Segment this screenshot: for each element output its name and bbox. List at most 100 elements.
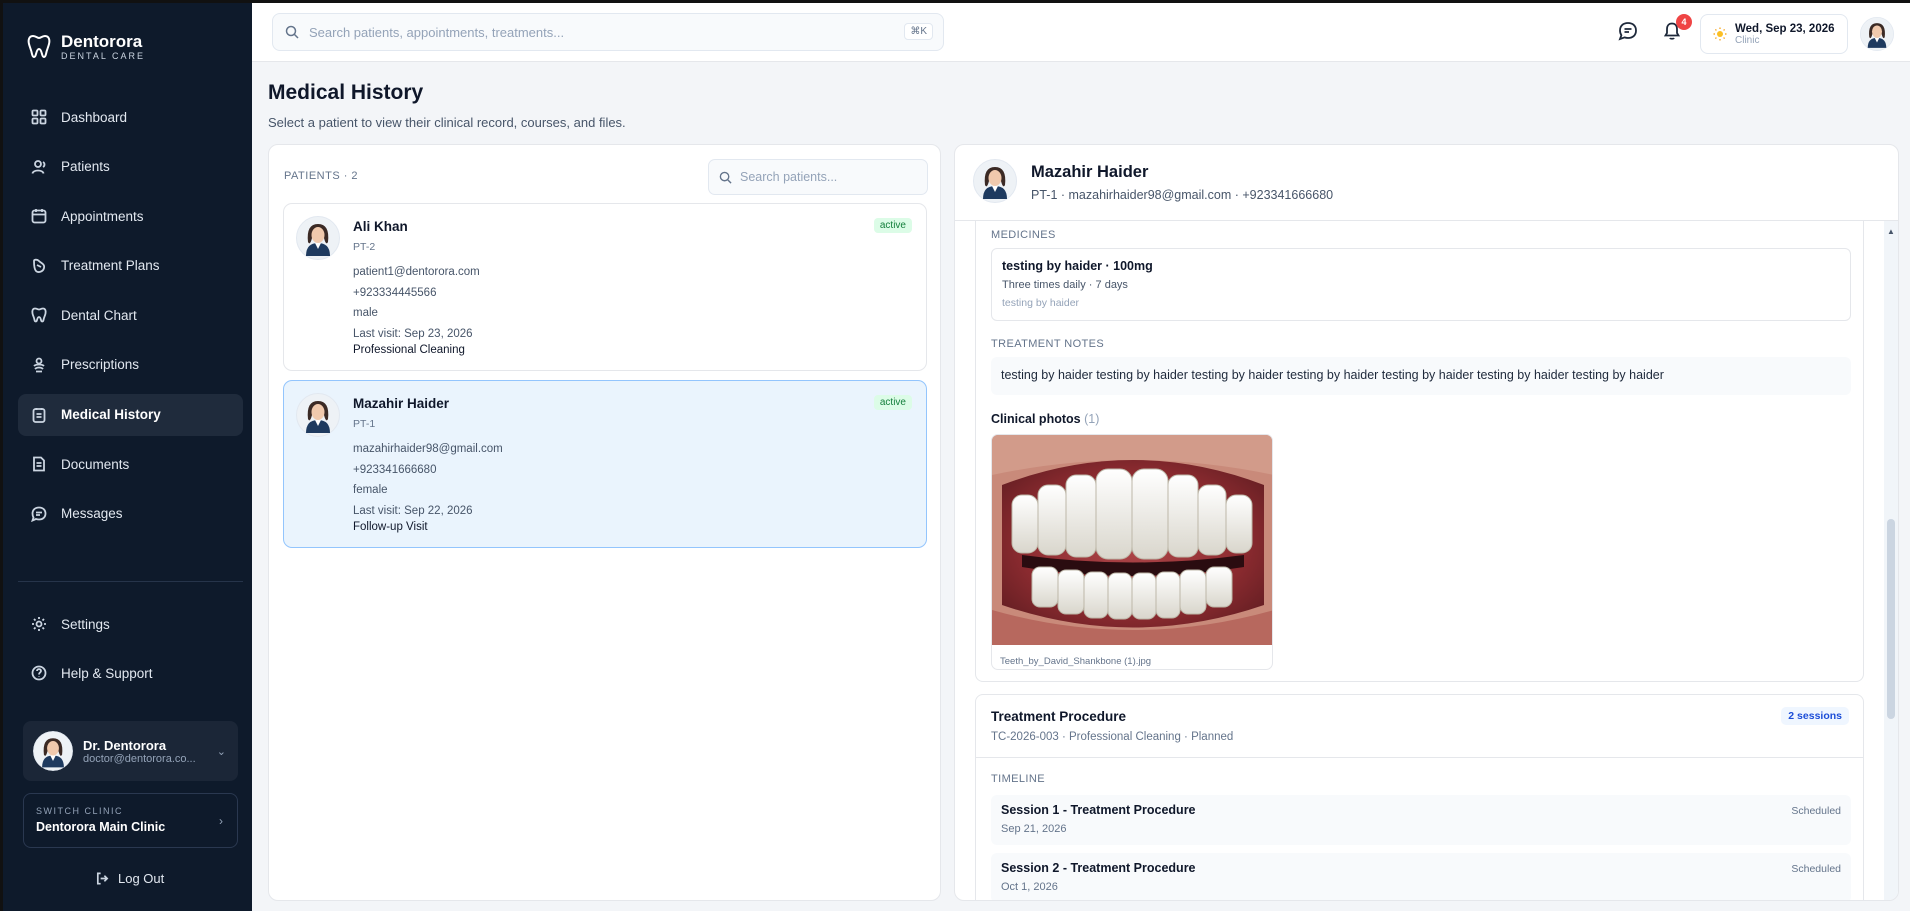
nav-label: Dashboard bbox=[61, 109, 128, 125]
course-card: MEDICINES testing by haider · 100mg Thre… bbox=[975, 221, 1864, 682]
global-search[interactable]: ⌘K bbox=[272, 13, 944, 51]
photo-filename: Teeth_by_David_Shankbone (1).jpg bbox=[1000, 656, 1152, 667]
clinical-photos-label: Clinical photos (1) bbox=[991, 412, 1099, 426]
session-title: Session 1 - Treatment Procedure bbox=[1001, 803, 1196, 817]
teeth-photo bbox=[992, 435, 1272, 645]
message-icon bbox=[31, 506, 47, 522]
chat-icon bbox=[1618, 22, 1637, 41]
logout-button[interactable]: Log Out bbox=[95, 871, 164, 886]
chevron-right-icon: › bbox=[219, 814, 223, 828]
nav-label: Dental Chart bbox=[61, 307, 137, 323]
nav-item-settings[interactable]: Settings bbox=[18, 603, 243, 645]
nav-label: Patients bbox=[61, 159, 110, 175]
session-date: Oct 1, 2026 bbox=[1001, 881, 1058, 893]
clinical-photos-title: Clinical photos bbox=[991, 412, 1081, 426]
nav-item-help[interactable]: Help & Support bbox=[18, 652, 243, 694]
nav-item-medical-history[interactable]: Medical History bbox=[18, 393, 243, 436]
chevron-down-icon[interactable]: ⌄ bbox=[217, 745, 226, 758]
patient-search[interactable] bbox=[708, 159, 928, 195]
nav-item-prescriptions[interactable]: Prescriptions bbox=[18, 344, 243, 386]
treatment-notes: testing by haider testing by haider test… bbox=[991, 357, 1851, 395]
switch-clinic-label: SWITCH CLINIC bbox=[36, 806, 123, 816]
detail-patient-name: Mazahir Haider bbox=[1031, 163, 1149, 181]
document-icon bbox=[33, 456, 45, 472]
nav-label: Appointments bbox=[61, 208, 144, 224]
nav-label: Medical History bbox=[61, 407, 161, 423]
patient-id: PT-2 bbox=[353, 241, 376, 253]
shortcut-hint: ⌘K bbox=[904, 23, 933, 40]
patient-avatar bbox=[296, 216, 340, 260]
medicine-schedule: Three times daily · 7 days bbox=[1002, 279, 1128, 291]
user-avatar[interactable] bbox=[1860, 17, 1894, 51]
nav-item-documents[interactable]: Documents bbox=[18, 443, 243, 485]
nav-label: Help & Support bbox=[61, 665, 153, 681]
patient-avatar bbox=[973, 159, 1017, 203]
session-title: Session 2 - Treatment Procedure bbox=[1001, 861, 1196, 875]
global-search-input[interactable] bbox=[309, 24, 889, 40]
page-subtitle: Select a patient to view their clinical … bbox=[268, 115, 626, 130]
nav-item-messages[interactable]: Messages bbox=[18, 493, 243, 535]
patient-gender: male bbox=[353, 307, 378, 319]
notifications-button[interactable]: 4 bbox=[1662, 14, 1692, 43]
patient-detail-panel: Mazahir Haider PT-1 · mazahirhaider98@gm… bbox=[954, 144, 1899, 901]
detail-patient-meta: PT-1 · mazahirhaider98@gmail.com · +9233… bbox=[1031, 188, 1334, 202]
main-nav: Dashboard Patients Appointments Treatmen… bbox=[18, 96, 243, 542]
help-icon bbox=[31, 665, 47, 681]
patient-id: PT-1 bbox=[353, 418, 376, 430]
medicines-label: MEDICINES bbox=[991, 229, 1056, 241]
messages-button[interactable] bbox=[1618, 21, 1640, 43]
patient-name: Mazahir Haider bbox=[353, 396, 450, 411]
clinical-photo[interactable]: Teeth_by_David_Shankbone (1).jpg bbox=[991, 434, 1273, 670]
tooth-icon bbox=[31, 307, 47, 323]
nav-item-dental-chart[interactable]: Dental Chart bbox=[18, 294, 243, 336]
detail-scrollbar[interactable]: ▲ bbox=[1884, 221, 1898, 900]
patient-phone: +923334445566 bbox=[353, 287, 437, 299]
sun-icon bbox=[1713, 27, 1727, 41]
patients-panel: PATIENTS · 2 Ali Khan PT-2 active patien… bbox=[268, 144, 941, 901]
patient-card-mazahir-haider[interactable]: Mazahir Haider PT-1 active mazahirhaider… bbox=[283, 380, 927, 548]
session-status: Scheduled bbox=[1791, 805, 1841, 817]
patient-card-ali-khan[interactable]: Ali Khan PT-2 active patient1@dentorora.… bbox=[283, 203, 927, 371]
patient-last-visit: Last visit: Sep 22, 2026 bbox=[353, 505, 473, 517]
rx-icon bbox=[33, 357, 45, 373]
brand-name: Dentorora bbox=[61, 32, 143, 51]
patient-search-input[interactable] bbox=[740, 170, 910, 184]
medicine-title: testing by haider · 100mg bbox=[1002, 259, 1153, 273]
patient-last-visit: Last visit: Sep 23, 2026 bbox=[353, 328, 473, 340]
logout-icon bbox=[96, 872, 109, 885]
patient-gender: female bbox=[353, 484, 388, 496]
secondary-nav: Settings Help & Support bbox=[18, 603, 243, 701]
nav-item-patients[interactable]: Patients bbox=[18, 146, 243, 188]
nav-label: Messages bbox=[61, 506, 123, 522]
patient-procedure: Professional Cleaning bbox=[353, 344, 465, 356]
notification-count: 4 bbox=[1676, 14, 1692, 30]
brand-logo[interactable]: Dentorora DENTAL CARE bbox=[27, 33, 145, 61]
switch-clinic[interactable]: SWITCH CLINIC Dentorora Main Clinic › bbox=[23, 793, 238, 848]
patient-phone: +923341666680 bbox=[353, 464, 437, 476]
nav-label: Documents bbox=[61, 456, 130, 472]
timeline-label: TIMELINE bbox=[991, 773, 1045, 785]
profile-name: Dr. Dentorora bbox=[83, 737, 167, 753]
page-title: Medical History bbox=[268, 81, 424, 104]
nav-item-treatment-plans[interactable]: Treatment Plans bbox=[18, 245, 243, 287]
scroll-up-icon[interactable]: ▲ bbox=[1887, 227, 1895, 236]
sidebar: Dentorora DENTAL CARE Dashboard Patients… bbox=[0, 0, 252, 911]
detail-header: Mazahir Haider PT-1 · mazahirhaider98@gm… bbox=[955, 145, 1898, 221]
profile-email: doctor@dentorora.co... bbox=[83, 752, 196, 765]
nav-label: Settings bbox=[61, 616, 110, 632]
session-item[interactable]: Session 1 - Treatment Procedure Sep 21, … bbox=[991, 795, 1851, 845]
date-widget[interactable]: Wed, Sep 23, 2026 Clinic bbox=[1700, 14, 1848, 54]
user-profile[interactable]: Dr. Dentorora doctor@dentorora.co... ⌄ bbox=[23, 721, 238, 781]
nav-item-appointments[interactable]: Appointments bbox=[18, 195, 243, 237]
nav-divider bbox=[18, 581, 243, 582]
session-item[interactable]: Session 2 - Treatment Procedure Oct 1, 2… bbox=[991, 853, 1851, 900]
medicine-item: testing by haider · 100mg Three times da… bbox=[991, 248, 1851, 321]
clinic-name: Dentorora Main Clinic bbox=[36, 820, 166, 834]
scrollbar-thumb[interactable] bbox=[1887, 519, 1895, 719]
history-icon bbox=[32, 407, 46, 423]
grid-icon bbox=[31, 109, 47, 125]
avatar bbox=[33, 731, 73, 771]
patient-email: patient1@dentorora.com bbox=[353, 266, 480, 278]
nav-item-dashboard[interactable]: Dashboard bbox=[18, 96, 243, 138]
search-icon bbox=[285, 25, 299, 39]
